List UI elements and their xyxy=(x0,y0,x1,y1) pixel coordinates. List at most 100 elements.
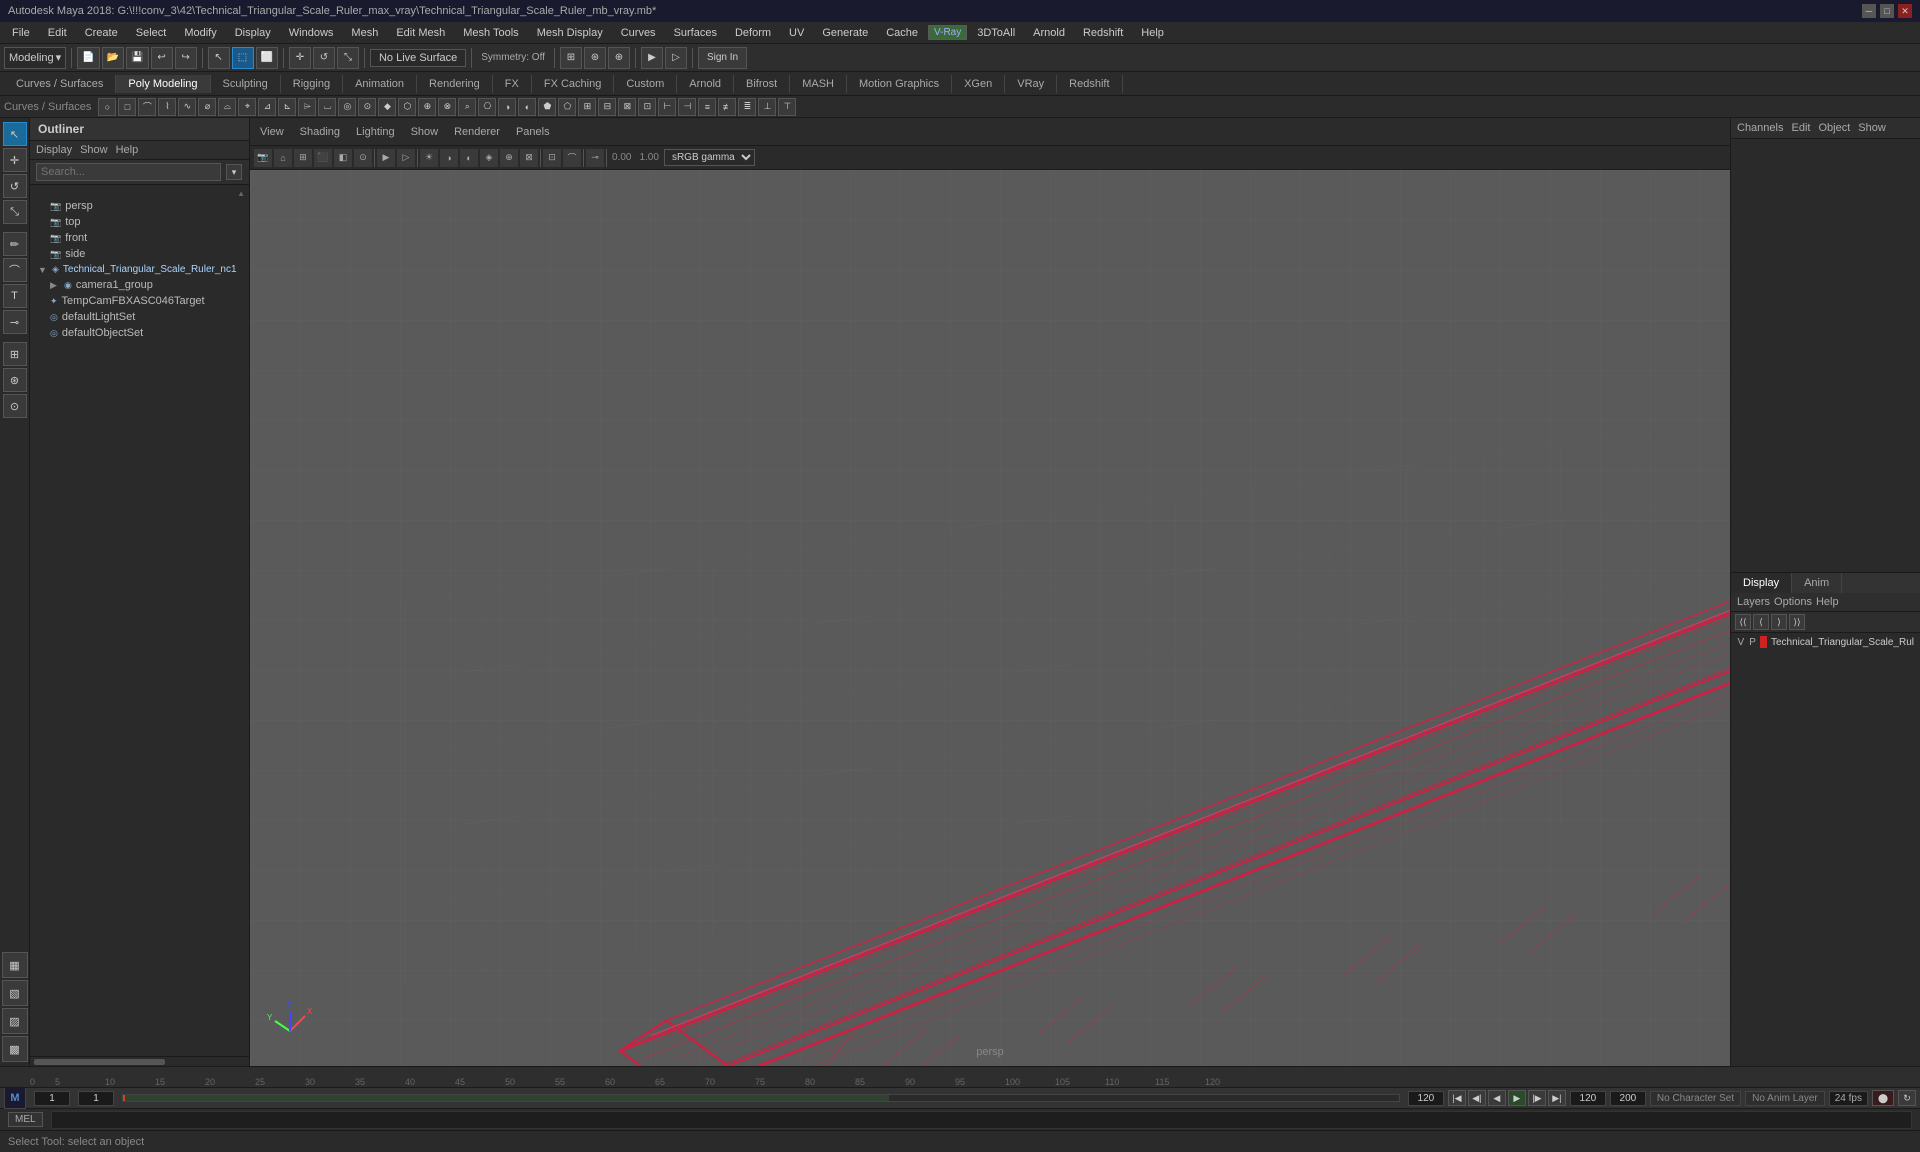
move-tool-left[interactable]: ✛ xyxy=(3,148,27,172)
outliner-show-menu[interactable]: Show xyxy=(80,144,108,156)
display-icons-3[interactable]: ▨ xyxy=(2,1008,28,1034)
vp-ao-icon[interactable]: ◐ xyxy=(460,149,478,167)
vp-menu-lighting[interactable]: Lighting xyxy=(350,124,401,140)
playback-range-bar[interactable] xyxy=(122,1094,1400,1102)
hscroll-thumb[interactable] xyxy=(34,1059,165,1065)
cs-icon-2[interactable]: □ xyxy=(118,98,136,116)
timeline-ruler[interactable]: 0 5 10 15 20 25 30 35 40 45 50 55 60 65 … xyxy=(0,1067,1920,1088)
outliner-item-default-light[interactable]: ◎ defaultLightSet xyxy=(30,309,249,325)
vp-camera-icon[interactable]: 📷 xyxy=(254,149,272,167)
cs-icon-14[interactable]: ⊙ xyxy=(358,98,376,116)
step-back-button[interactable]: ◀| xyxy=(1468,1090,1486,1106)
object-menu[interactable]: Object xyxy=(1818,122,1850,134)
vp-menu-show[interactable]: Show xyxy=(405,124,445,140)
minimize-button[interactable]: ─ xyxy=(1862,4,1876,18)
snap-curve-button[interactable]: ⊛ xyxy=(584,47,606,69)
menu-uv[interactable]: UV xyxy=(781,25,812,41)
vp-hud-icon[interactable]: ⊠ xyxy=(520,149,538,167)
vp-menu-view[interactable]: View xyxy=(254,124,290,140)
tab-fx-caching[interactable]: FX Caching xyxy=(532,75,614,93)
live-surface-dropdown[interactable]: No Live Surface xyxy=(370,49,466,67)
menu-redshift[interactable]: Redshift xyxy=(1075,25,1131,41)
menu-help[interactable]: Help xyxy=(1133,25,1172,41)
cs-icon-5[interactable]: ∿ xyxy=(178,98,196,116)
menu-edit-mesh[interactable]: Edit Mesh xyxy=(388,25,453,41)
vp-menu-panels[interactable]: Panels xyxy=(510,124,556,140)
vp-wire-icon[interactable]: ⊞ xyxy=(294,149,312,167)
cs-icon-32[interactable]: ≢ xyxy=(718,98,736,116)
menu-deform[interactable]: Deform xyxy=(727,25,779,41)
cs-icon-18[interactable]: ⊗ xyxy=(438,98,456,116)
snap-grid-button[interactable]: ⊞ xyxy=(560,47,582,69)
menu-surfaces[interactable]: Surfaces xyxy=(666,25,725,41)
cs-icon-3[interactable]: ⌒ xyxy=(138,98,156,116)
cs-icon-16[interactable]: ⬡ xyxy=(398,98,416,116)
menu-display[interactable]: Display xyxy=(227,25,279,41)
outliner-hscroll[interactable] xyxy=(30,1056,249,1066)
lasso-select-button[interactable]: ⬚ xyxy=(232,47,254,69)
menu-mesh-display[interactable]: Mesh Display xyxy=(529,25,611,41)
new-file-button[interactable]: 📄 xyxy=(77,47,99,69)
tab-motion-graphics[interactable]: Motion Graphics xyxy=(847,75,952,93)
open-file-button[interactable]: 📂 xyxy=(102,47,124,69)
cs-icon-33[interactable]: ≣ xyxy=(738,98,756,116)
vp-menu-shading[interactable]: Shading xyxy=(294,124,346,140)
vp-shadow-icon[interactable]: ◑ xyxy=(440,149,458,167)
cs-icon-7[interactable]: ⌓ xyxy=(218,98,236,116)
goto-start-button[interactable]: |◀ xyxy=(1448,1090,1466,1106)
tab-display[interactable]: Display xyxy=(1731,573,1792,593)
vp-dof-icon[interactable]: ◈ xyxy=(480,149,498,167)
help-menu-layers[interactable]: Help xyxy=(1816,596,1839,608)
cs-icon-31[interactable]: ≡ xyxy=(698,98,716,116)
vp-light-icon[interactable]: ☀ xyxy=(420,149,438,167)
layers-menu[interactable]: Layers xyxy=(1737,596,1770,608)
tab-animation[interactable]: Animation xyxy=(343,75,417,93)
display-icons-4[interactable]: ▩ xyxy=(2,1036,28,1062)
rotate-tool-left[interactable]: ↺ xyxy=(3,174,27,198)
menu-cache[interactable]: Cache xyxy=(878,25,926,41)
cs-icon-8[interactable]: ⌖ xyxy=(238,98,256,116)
vp-menu-renderer[interactable]: Renderer xyxy=(448,124,506,140)
menu-3dtoall[interactable]: 3DToAll xyxy=(969,25,1023,41)
auto-key-button[interactable]: ⬤ xyxy=(1872,1090,1894,1106)
tab-custom[interactable]: Custom xyxy=(614,75,677,93)
outliner-item-top[interactable]: 📷 top xyxy=(30,214,249,230)
menu-arnold[interactable]: Arnold xyxy=(1025,25,1073,41)
tab-arnold[interactable]: Arnold xyxy=(677,75,734,93)
menu-windows[interactable]: Windows xyxy=(281,25,342,41)
save-file-button[interactable]: 💾 xyxy=(126,47,148,69)
menu-curves[interactable]: Curves xyxy=(613,25,664,41)
scale-tool-left[interactable]: ⤡ xyxy=(3,200,27,224)
tab-redshift[interactable]: Redshift xyxy=(1057,75,1122,93)
play-back-button[interactable]: ◀ xyxy=(1488,1090,1506,1106)
tab-anim[interactable]: Anim xyxy=(1792,573,1842,593)
snap-grid-left[interactable]: ⊞ xyxy=(3,342,27,366)
vp-aa-icon[interactable]: ⊕ xyxy=(500,149,518,167)
display-icons-2[interactable]: ▧ xyxy=(2,980,28,1006)
outliner-item-ruler[interactable]: ▼ ◈ Technical_Triangular_Scale_Ruler_nc1 xyxy=(30,262,249,277)
cs-icon-15[interactable]: ◆ xyxy=(378,98,396,116)
tab-mash[interactable]: MASH xyxy=(790,75,847,93)
cs-icon-23[interactable]: ⬟ xyxy=(538,98,556,116)
cs-icon-35[interactable]: ⊤ xyxy=(778,98,796,116)
display-icons-1[interactable]: ▦ xyxy=(2,952,28,978)
channels-menu[interactable]: Channels xyxy=(1737,122,1783,134)
menu-vray[interactable]: V-Ray xyxy=(928,25,967,40)
outliner-item-default-object[interactable]: ◎ defaultObjectSet xyxy=(30,325,249,341)
tab-curves-surfaces[interactable]: Curves / Surfaces xyxy=(4,75,116,93)
snap-point-button[interactable]: ⊕ xyxy=(608,47,630,69)
text-tool-left[interactable]: T xyxy=(3,284,27,308)
end-frame-input[interactable] xyxy=(1408,1091,1444,1106)
vp-grid-icon[interactable]: ⊡ xyxy=(543,149,561,167)
options-menu[interactable]: Options xyxy=(1774,596,1812,608)
tab-poly-modeling[interactable]: Poly Modeling xyxy=(116,75,210,93)
workspace-dropdown[interactable]: Modeling ▾ xyxy=(4,47,66,69)
maximize-button[interactable]: □ xyxy=(1880,4,1894,18)
layer-nav-1[interactable]: ⟨⟨ xyxy=(1735,614,1751,630)
outliner-help-menu[interactable]: Help xyxy=(116,144,139,156)
outliner-item-tempcam[interactable]: ✦ TempCamFBXASC046Target xyxy=(30,293,249,309)
edit-menu[interactable]: Edit xyxy=(1791,122,1810,134)
mel-command-input[interactable] xyxy=(51,1111,1912,1129)
cs-icon-21[interactable]: ◑ xyxy=(498,98,516,116)
vp-home-icon[interactable]: ⌂ xyxy=(274,149,292,167)
